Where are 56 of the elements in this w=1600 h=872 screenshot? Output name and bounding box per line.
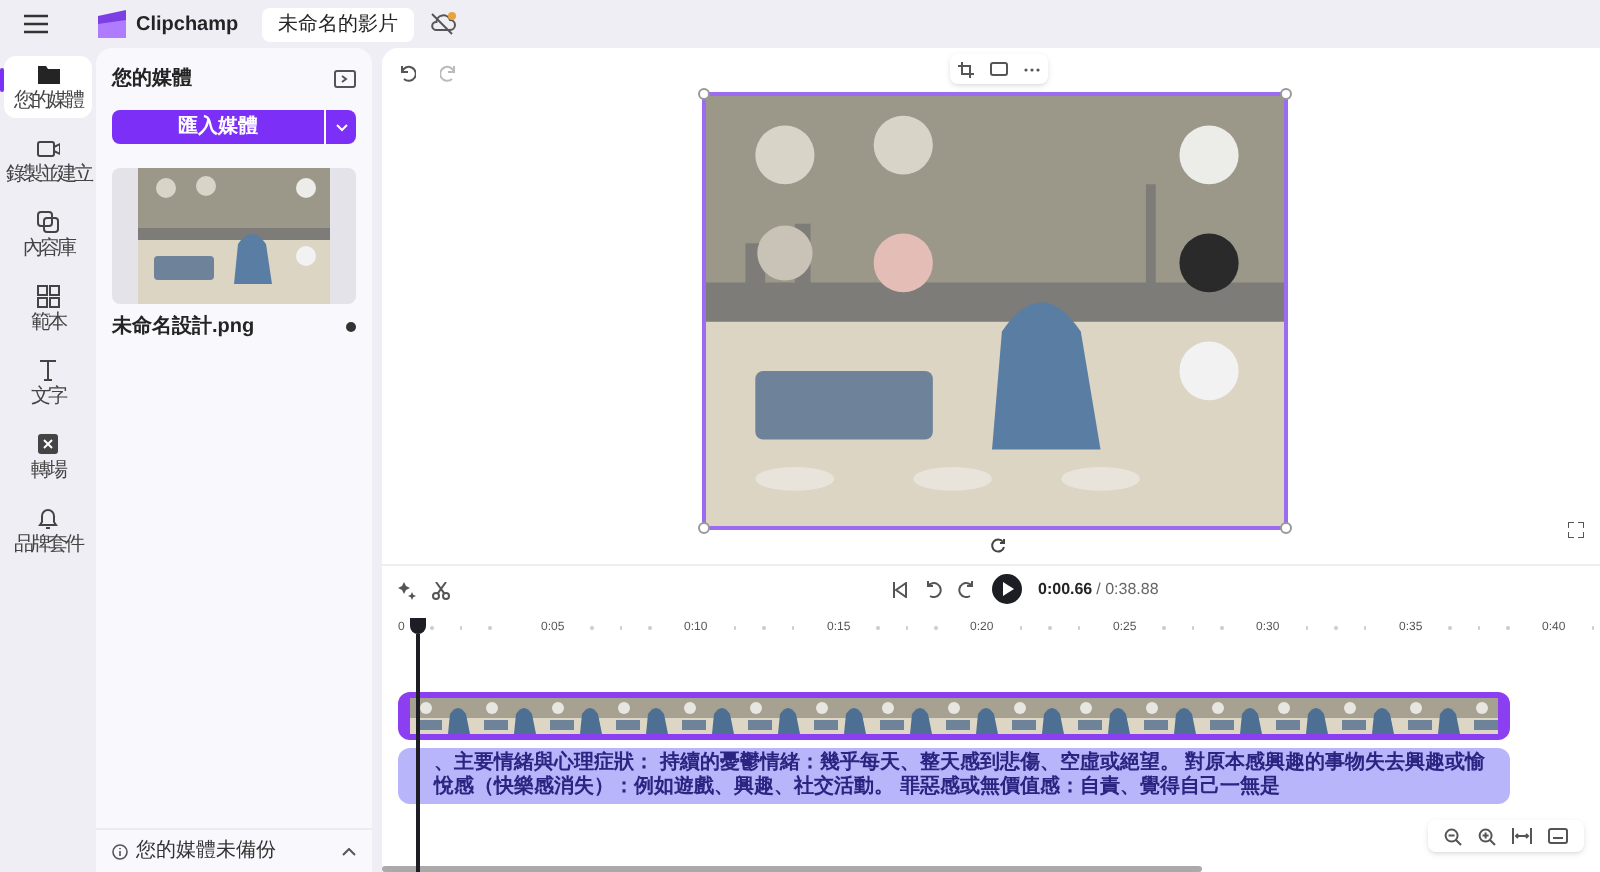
resize-handle[interactable] xyxy=(1280,522,1292,534)
import-options-button[interactable] xyxy=(326,110,356,144)
magic-icon[interactable] xyxy=(398,581,416,599)
import-media-button[interactable]: 匯入媒體 xyxy=(112,110,324,144)
sidebar-item[interactable]: 錄製並建立 xyxy=(4,130,92,192)
backup-notice: 您的媒體未備份 xyxy=(136,837,278,866)
resize-handle[interactable] xyxy=(1280,88,1292,100)
info-icon xyxy=(112,843,128,859)
video-clip[interactable] xyxy=(398,692,1510,740)
media-thumbnail[interactable] xyxy=(112,168,356,304)
resize-handle[interactable] xyxy=(698,522,710,534)
rotate-icon[interactable] xyxy=(990,538,1006,554)
fullscreen-icon[interactable] xyxy=(1568,522,1584,538)
sidebar-item[interactable]: 轉場 xyxy=(4,426,92,488)
sidebar-item[interactable]: 文字 xyxy=(4,352,92,414)
skip-back-icon[interactable] xyxy=(892,581,908,597)
sidebar-item[interactable]: 範本 xyxy=(4,278,92,340)
play-icon xyxy=(1001,582,1013,596)
scissors-icon[interactable] xyxy=(432,581,450,599)
current-time: 0:00.66 xyxy=(1038,577,1093,601)
collapse-panel-icon[interactable] xyxy=(334,70,356,88)
camera-icon xyxy=(36,136,60,160)
fit-icon[interactable] xyxy=(990,62,1008,76)
resize-handle[interactable] xyxy=(698,88,710,100)
chevron-up-icon[interactable] xyxy=(342,847,356,855)
captions-icon[interactable] xyxy=(1548,828,1568,844)
sidebar-item[interactable]: 內容庫 xyxy=(4,204,92,266)
rewind-icon[interactable] xyxy=(924,580,942,598)
total-time: / 0:38.88 xyxy=(1096,577,1159,601)
sidebar-item[interactable]: 品牌套件 xyxy=(4,500,92,562)
caption-clip[interactable]: 、主要情緒與心理症狀： 持續的憂鬱情緒：幾乎每天、整天感到悲傷、空虛或絕望。 對原本感興趣的事物失去興趣或愉悅感（快樂感消失）：例如遊戲、興趣、社交活動。 罪惡感或無價值感：自責、覺得自己一無是 xyxy=(398,748,1510,804)
file-name: 未命名設計.png xyxy=(112,313,255,342)
app-name: Clipchamp xyxy=(136,11,239,39)
folder-icon xyxy=(36,62,60,86)
transition-icon xyxy=(36,432,60,456)
sidebar-item[interactable]: 您的媒體 xyxy=(4,56,92,118)
fit-width-icon[interactable] xyxy=(1512,828,1532,844)
project-title-field[interactable]: 未命名的影片 xyxy=(262,7,415,41)
logo-icon xyxy=(96,10,128,38)
grid-icon xyxy=(36,284,60,308)
crop-icon[interactable] xyxy=(958,61,974,77)
undo-icon[interactable] xyxy=(398,64,416,82)
bell-icon xyxy=(36,506,60,530)
menu-icon[interactable] xyxy=(24,14,48,34)
playhead[interactable] xyxy=(410,618,426,872)
chevron-down-icon xyxy=(335,123,347,131)
play-button[interactable] xyxy=(992,574,1022,604)
status-icon xyxy=(346,322,356,332)
zoom-in-icon[interactable] xyxy=(1478,827,1496,845)
library-icon xyxy=(36,210,60,234)
forward-icon[interactable] xyxy=(958,580,976,598)
zoom-out-icon[interactable] xyxy=(1444,827,1462,845)
scrollbar[interactable] xyxy=(382,866,1202,872)
text-icon xyxy=(36,358,60,382)
cloud-off-icon[interactable] xyxy=(430,12,457,36)
panel-title: 您的媒體 xyxy=(112,65,192,94)
